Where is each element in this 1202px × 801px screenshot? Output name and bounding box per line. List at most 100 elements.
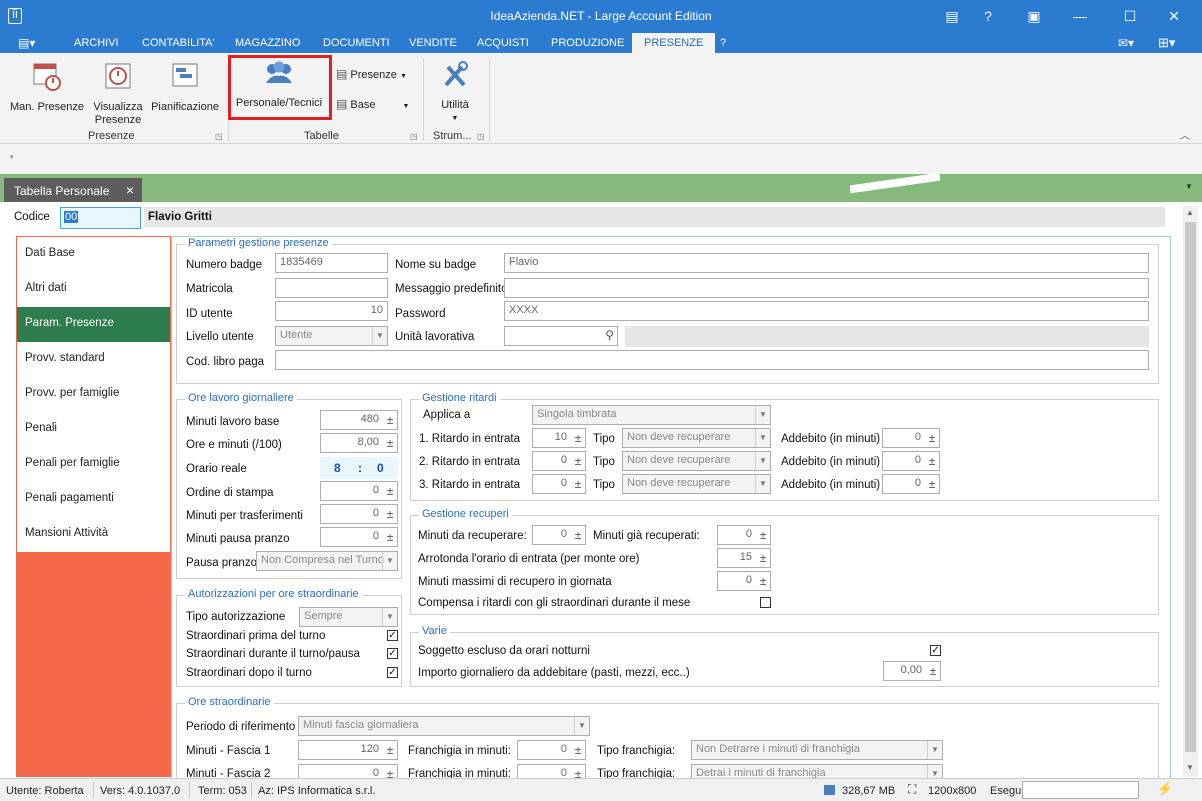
- group-presenze-launcher-icon[interactable]: ◳: [215, 132, 223, 141]
- qat-customize-icon[interactable]: ▾: [10, 153, 14, 161]
- compensa-checkbox[interactable]: [760, 597, 771, 608]
- scroll-down-icon[interactable]: ▼: [1186, 763, 1194, 772]
- trasferimenti-input[interactable]: 0 ±: [320, 504, 398, 524]
- app-menu-icon[interactable]: ▤▾: [18, 36, 36, 50]
- ritardo-tipo-select[interactable]: Non deve recuperare ▼: [622, 474, 771, 494]
- pausa-min-input[interactable]: 0 ±: [320, 527, 398, 547]
- nav-penali-famiglie[interactable]: Penali per famiglie: [17, 447, 170, 482]
- collapse-ribbon-icon[interactable]: ︿: [1180, 127, 1190, 142]
- spin-icon[interactable]: ±: [571, 741, 585, 759]
- pianificazione-button[interactable]: Pianificazione: [150, 59, 220, 114]
- nav-param-presenze[interactable]: Param. Presenze: [17, 307, 170, 342]
- spin-icon[interactable]: ±: [925, 475, 939, 493]
- libro-paga-input[interactable]: [275, 350, 1149, 370]
- nav-mansioni-attivita[interactable]: Mansioni Attività: [17, 517, 170, 552]
- nome-badge-input[interactable]: Flavio: [504, 253, 1149, 273]
- minimize-button[interactable]: —: [1070, 6, 1090, 26]
- document-icon[interactable]: ▤: [942, 6, 962, 26]
- straord-dopo-checkbox[interactable]: ✓: [387, 667, 398, 678]
- search-icon[interactable]: ⚲: [605, 328, 614, 342]
- presenze-dropdown-button[interactable]: ▤ Presenze ▼: [336, 68, 407, 83]
- ore-minuti-input[interactable]: 8,00 ±: [320, 433, 398, 453]
- spin-icon[interactable]: ±: [571, 452, 585, 470]
- password-input[interactable]: XXXX: [504, 301, 1149, 321]
- menu-vendite[interactable]: VENDITE: [409, 37, 457, 49]
- menu-help[interactable]: ?: [720, 37, 726, 49]
- spin-icon[interactable]: ±: [756, 526, 770, 544]
- tipo-autorizzazione-select[interactable]: Sempre ▼: [299, 607, 398, 627]
- straord-durante-checkbox[interactable]: ✓: [387, 648, 398, 659]
- spin-icon[interactable]: ±: [571, 429, 585, 447]
- spin-icon[interactable]: ±: [383, 482, 397, 500]
- menu-magazzino[interactable]: MAGAZZINO: [235, 37, 300, 49]
- scroll-thumb[interactable]: [1185, 222, 1196, 752]
- pausa-select[interactable]: Non Compresa nel Turno ▼: [256, 551, 398, 571]
- nav-penali[interactable]: Penali: [17, 412, 170, 447]
- ritardo-input[interactable]: 0 ±: [532, 474, 586, 494]
- messaggio-input[interactable]: [504, 278, 1149, 298]
- visualizza-presenze-button[interactable]: Visualizza Presenze: [90, 59, 146, 127]
- minuti-base-input[interactable]: 480 ±: [320, 410, 398, 430]
- livello-select[interactable]: Utente ▼: [275, 326, 388, 346]
- close-button[interactable]: ✕: [1164, 6, 1184, 26]
- matricola-input[interactable]: [275, 278, 388, 298]
- ritardo-tipo-select[interactable]: Non deve recuperare ▼: [622, 451, 771, 471]
- unita-input[interactable]: ⚲: [504, 326, 618, 346]
- layout-icon[interactable]: ⊞▾: [1158, 35, 1175, 51]
- nav-provv-standard[interactable]: Provv. standard: [17, 342, 170, 377]
- nav-provv-famiglie[interactable]: Provv. per famiglie: [17, 377, 170, 412]
- franchigia1-input[interactable]: 0 ±: [517, 740, 586, 760]
- menu-acquisti[interactable]: ACQUISTI: [477, 37, 529, 49]
- periodo-select[interactable]: Minuti fascia giornaliera ▼: [298, 716, 590, 736]
- man-presenze-button[interactable]: Man. Presenze: [8, 59, 86, 114]
- spin-icon[interactable]: ±: [926, 662, 940, 680]
- close-icon[interactable]: ×: [126, 182, 134, 198]
- addebito-input[interactable]: 0 ±: [882, 451, 940, 471]
- spin-icon[interactable]: ±: [383, 411, 397, 429]
- ritardo-input[interactable]: 10 ±: [532, 428, 586, 448]
- maximize-button[interactable]: ☐: [1120, 6, 1140, 26]
- gia-recuperati-input[interactable]: 0 ±: [717, 525, 771, 545]
- spin-icon[interactable]: ±: [925, 452, 939, 470]
- massimi-input[interactable]: 0 ±: [717, 571, 771, 591]
- spin-icon[interactable]: ±: [756, 549, 770, 567]
- spin-icon[interactable]: ±: [756, 572, 770, 590]
- base-dropdown-button[interactable]: ▤ Base ▼: [336, 98, 409, 113]
- numero-badge-input[interactable]: 1835469: [275, 253, 388, 273]
- ordine-input[interactable]: 0 ±: [320, 481, 398, 501]
- id-utente-input[interactable]: 10: [275, 301, 388, 321]
- utilita-button[interactable]: Utilità ▼: [432, 59, 478, 125]
- importo-input[interactable]: 0,00 ±: [883, 661, 941, 681]
- help-icon[interactable]: ?: [978, 6, 998, 26]
- ritardo-input[interactable]: 0 ±: [532, 451, 586, 471]
- addebito-input[interactable]: 0 ±: [882, 428, 940, 448]
- group-tabelle-launcher-icon[interactable]: ◳: [410, 132, 418, 141]
- tab-tabella-personale[interactable]: Tabella Personale ×: [4, 178, 142, 202]
- spin-icon[interactable]: ±: [571, 475, 585, 493]
- tipo-franchigia1-select[interactable]: Non Detrarre i minuti di franchigia ▼: [691, 740, 943, 760]
- spin-icon[interactable]: ±: [925, 429, 939, 447]
- da-recuperare-input[interactable]: 0 ±: [532, 525, 586, 545]
- spin-icon[interactable]: ±: [383, 528, 397, 546]
- arrotonda-input[interactable]: 15 ±: [717, 548, 771, 568]
- ritardo-tipo-select[interactable]: Non deve recuperare ▼: [622, 428, 771, 448]
- esegui-input[interactable]: [1022, 781, 1139, 799]
- restore-layout-icon[interactable]: ▣: [1024, 6, 1044, 26]
- scroll-up-icon[interactable]: ▲: [1186, 208, 1194, 217]
- menu-produzione[interactable]: PRODUZIONE: [551, 37, 624, 49]
- menu-presenze[interactable]: PRESENZE: [632, 33, 716, 53]
- notturni-checkbox[interactable]: ✓: [930, 645, 941, 656]
- nav-altri-dati[interactable]: Altri dati: [17, 272, 170, 307]
- lightning-icon[interactable]: ⚡: [1157, 781, 1173, 797]
- applica-select[interactable]: Singola timbrata ▼: [532, 405, 771, 425]
- tabstrip-dropdown-icon[interactable]: ▼: [1185, 182, 1193, 191]
- nav-penali-pagamenti[interactable]: Penali pagamenti: [17, 482, 170, 517]
- addebito-input[interactable]: 0 ±: [882, 474, 940, 494]
- menu-contabilita[interactable]: CONTABILITA': [142, 37, 215, 49]
- group-strum-launcher-icon[interactable]: ◳: [477, 132, 485, 141]
- spin-icon[interactable]: ±: [383, 505, 397, 523]
- spin-icon[interactable]: ±: [383, 434, 397, 452]
- vertical-scrollbar[interactable]: ▲ ▼: [1183, 206, 1198, 777]
- fascia1-input[interactable]: 120 ±: [298, 740, 398, 760]
- spin-icon[interactable]: ±: [383, 741, 397, 759]
